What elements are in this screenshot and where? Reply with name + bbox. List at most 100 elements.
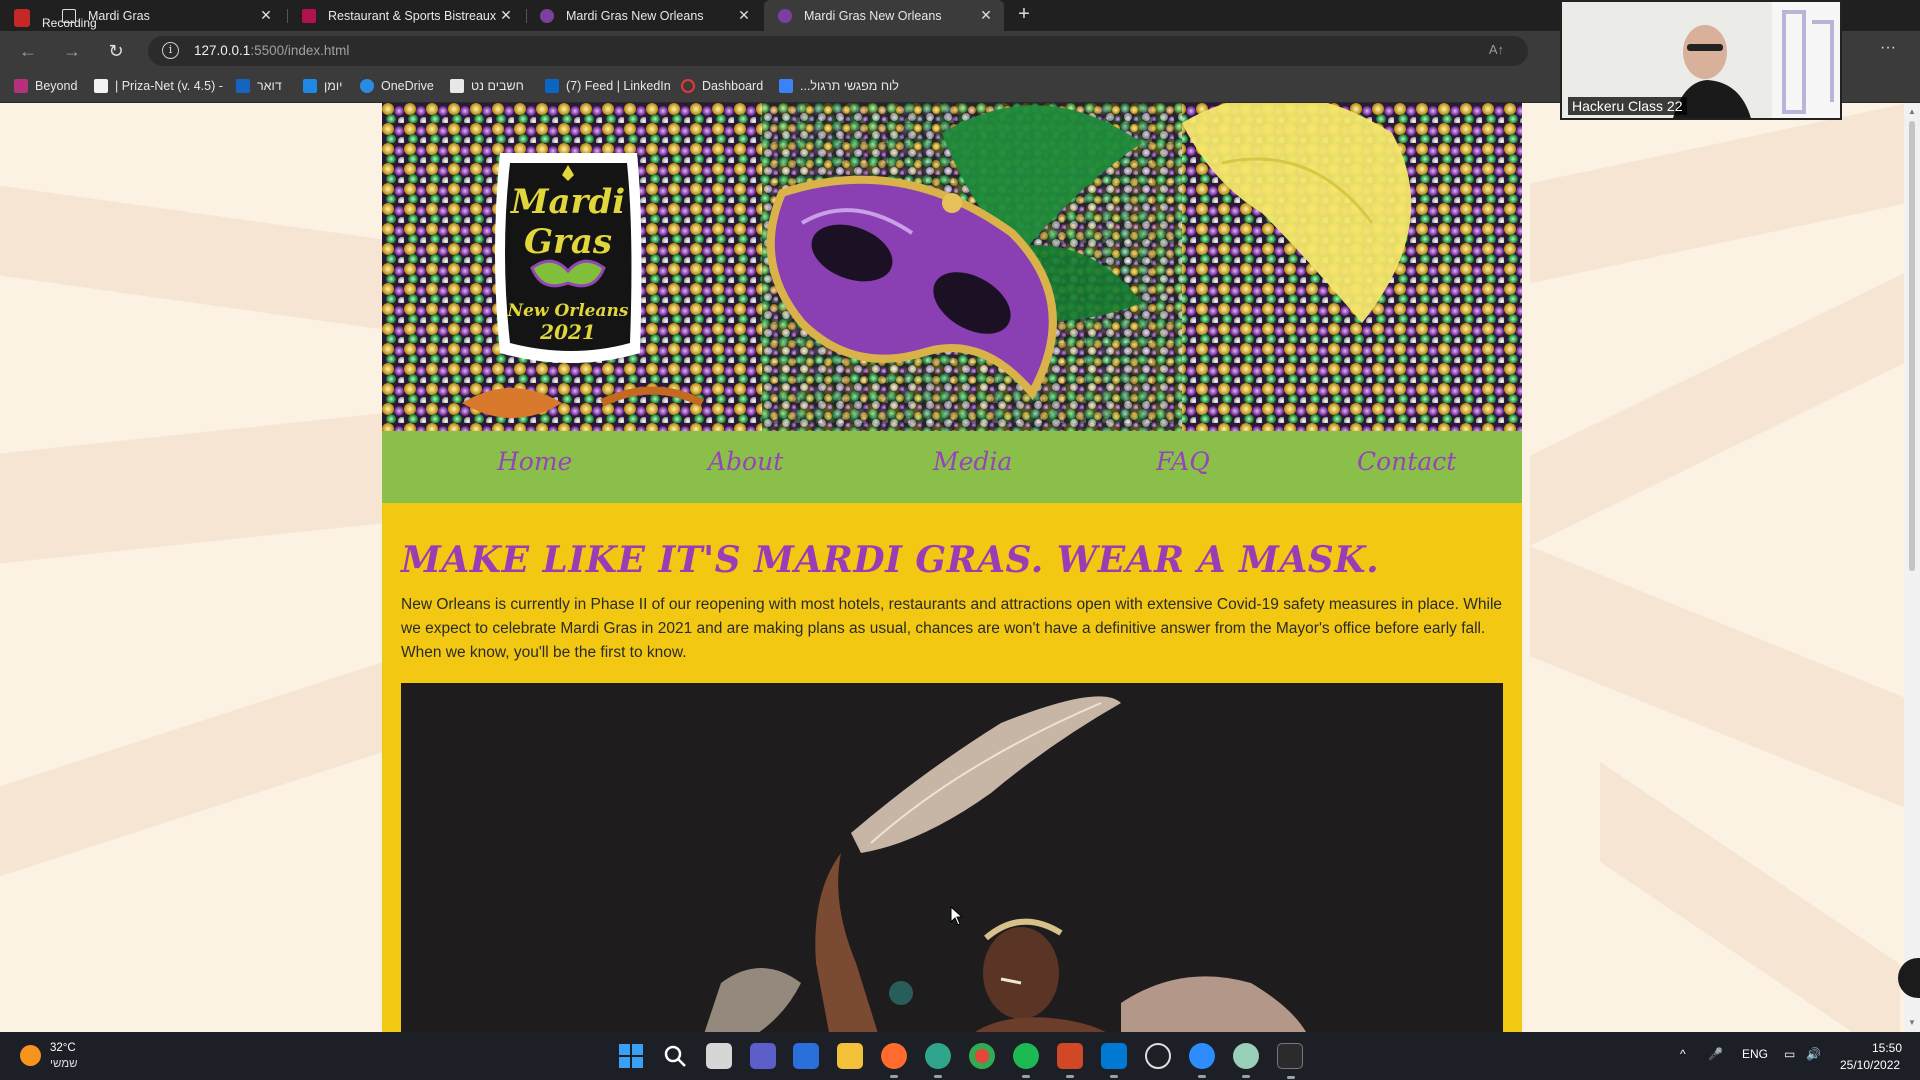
webcam-overlay: Hackeru Class 22	[1560, 0, 1842, 120]
firefox-icon[interactable]	[881, 1043, 907, 1078]
microphone-icon[interactable]: 🎤	[1708, 1047, 1723, 1061]
tab-restaurant[interactable]: Restaurant & Sports Bistreaux | \ ✕	[288, 0, 524, 31]
url-field[interactable]: i 127.0.0.1:5500/index.html A↑	[148, 36, 1528, 66]
mask-favicon-icon	[778, 8, 792, 23]
cloud-icon	[360, 79, 374, 93]
restaurant-favicon-icon	[302, 8, 316, 23]
microsoft-store-icon[interactable]	[793, 1043, 819, 1069]
url-path: :5500/index.html	[250, 43, 350, 58]
bookmark-priza-net[interactable]: | Priza-Net (v. 4.5) -	[94, 79, 223, 93]
bookmark-onedrive[interactable]: OneDrive	[360, 79, 434, 93]
list-icon	[779, 79, 793, 93]
grid-icon	[450, 79, 464, 93]
scroll-up-icon[interactable]: ▲	[1908, 107, 1916, 116]
page-scrollbar[interactable]: ▲ ▼	[1904, 103, 1920, 1032]
windows-taskbar: 32°C שמשי ^ 🎤 ENG ▭ 🔊 15:50 25/10/2022	[0, 1032, 1920, 1080]
site-info-icon[interactable]: i	[162, 42, 179, 59]
vscode-icon[interactable]	[1101, 1043, 1127, 1078]
background-ray	[0, 185, 390, 331]
search-icon[interactable]	[662, 1043, 688, 1069]
weather-sun-icon[interactable]	[20, 1045, 41, 1066]
weather-description[interactable]: שמשי	[50, 1058, 78, 1070]
clock-icon[interactable]	[1145, 1043, 1171, 1069]
logo-line-2: Gras	[524, 222, 612, 262]
calendar-icon	[303, 79, 317, 93]
bookmark-practice-board[interactable]: ...לוח מפגשי תרגול	[779, 79, 899, 93]
bookmark-label: חשבים נט	[471, 79, 524, 93]
bookmark-linkedin[interactable]: (7) Feed | LinkedIn	[545, 79, 671, 93]
new-tab-button[interactable]: +	[1012, 3, 1036, 27]
url-host: 127.0.0.1	[194, 43, 251, 58]
nav-faq[interactable]: FAQ	[1156, 447, 1210, 476]
page-headline: MAKE LIKE IT'S MARDI GRAS. WEAR A MASK.	[401, 539, 1380, 581]
hero-banner: Mardi Gras New Orleans 2021	[382, 103, 1522, 431]
bookmark-label: Dashboard	[702, 79, 764, 93]
bookmark-label: OneDrive	[381, 79, 434, 93]
teams-icon[interactable]	[750, 1043, 776, 1069]
forward-button[interactable]: →	[60, 40, 84, 62]
bookmark-calendar[interactable]: יומן	[303, 79, 342, 93]
intro-paragraph: New Orleans is currently in Phase II of …	[401, 596, 1503, 661]
spotify-icon[interactable]	[1013, 1043, 1039, 1078]
back-button[interactable]: ←	[16, 40, 40, 62]
bookmark-beyond[interactable]: Beyond	[14, 79, 77, 93]
background-ray	[0, 659, 390, 877]
terminal-icon[interactable]	[1277, 1043, 1303, 1079]
close-tab-icon[interactable]: ✕	[978, 7, 994, 24]
more-options-icon[interactable]: ···	[1880, 39, 1896, 57]
nav-media[interactable]: Media	[933, 447, 1012, 476]
beyond-icon	[14, 79, 28, 93]
language-indicator[interactable]: ENG	[1742, 1047, 1768, 1061]
bookmark-label: | Priza-Net (v. 4.5) -	[115, 79, 223, 93]
webcam-label: Hackeru Class 22	[1568, 97, 1687, 115]
beads-and-mask-image: Mardi Gras New Orleans 2021	[382, 103, 1522, 431]
document-icon	[94, 79, 108, 93]
read-aloud-icon[interactable]: A↑	[1489, 42, 1504, 57]
logo-line-1: Mardi	[510, 182, 625, 222]
logo-line-4: 2021	[539, 320, 596, 344]
page-icon	[62, 8, 76, 23]
windows-start-icon[interactable]	[618, 1043, 644, 1069]
network-icon[interactable]: ▭	[1784, 1047, 1795, 1061]
mouse-cursor-icon	[950, 906, 964, 926]
logo-line-3: New Orleans	[507, 301, 629, 321]
tab-title: Mardi Gras New Orleans	[566, 8, 704, 23]
bookmark-label: יומן	[324, 79, 343, 93]
zoom-icon[interactable]	[1189, 1043, 1215, 1078]
bookmark-accounts[interactable]: חשבים נט	[450, 79, 524, 93]
show-hidden-icons-icon[interactable]: ^	[1680, 1047, 1686, 1061]
tab-mardi-gras[interactable]: Mardi Gras ✕	[48, 0, 284, 31]
close-tab-icon[interactable]: ✕	[498, 7, 514, 24]
powerpoint-icon[interactable]	[1057, 1043, 1083, 1078]
main-nav: Home About Media FAQ Contact	[382, 431, 1522, 503]
tab-title: Mardi Gras New Orleans	[804, 8, 942, 23]
reload-button[interactable]: ↻	[104, 40, 128, 62]
task-view-icon[interactable]	[706, 1043, 732, 1069]
clock-time[interactable]: 15:50	[1872, 1041, 1902, 1055]
clock-date[interactable]: 25/10/2022	[1840, 1058, 1900, 1072]
edge-profile-icon[interactable]	[1233, 1043, 1259, 1078]
nav-contact[interactable]: Contact	[1357, 447, 1456, 476]
background-ray	[1530, 546, 1904, 810]
edge-dev-icon[interactable]	[925, 1043, 951, 1078]
chrome-icon[interactable]	[969, 1043, 995, 1069]
scrollbar-thumb[interactable]	[1909, 121, 1915, 571]
volume-icon[interactable]: 🔊	[1806, 1047, 1821, 1061]
tab-title: Restaurant & Sports Bistreaux | \	[328, 8, 498, 23]
scroll-down-icon[interactable]: ▼	[1908, 1018, 1916, 1027]
bookmark-label: (7) Feed | LinkedIn	[566, 79, 671, 93]
bookmark-dashboard[interactable]: Dashboard	[681, 79, 763, 93]
dashboard-icon	[681, 79, 695, 93]
weather-temperature[interactable]: 32°C	[50, 1042, 76, 1054]
bookmark-mail[interactable]: דואר	[236, 79, 282, 93]
close-tab-icon[interactable]: ✕	[736, 7, 752, 24]
nav-about[interactable]: About	[708, 447, 783, 476]
tab-title: Mardi Gras	[88, 8, 150, 23]
dancer-photo	[401, 683, 1503, 1032]
background-ray	[1530, 103, 1904, 284]
file-explorer-icon[interactable]	[837, 1043, 863, 1069]
tab-mardi-gras-new-orleans[interactable]: Mardi Gras New Orleans ✕	[526, 0, 762, 31]
nav-home[interactable]: Home	[497, 447, 572, 476]
close-tab-icon[interactable]: ✕	[258, 7, 274, 24]
tab-mardi-gras-new-orleans-active[interactable]: Mardi Gras New Orleans ✕	[764, 0, 1004, 31]
